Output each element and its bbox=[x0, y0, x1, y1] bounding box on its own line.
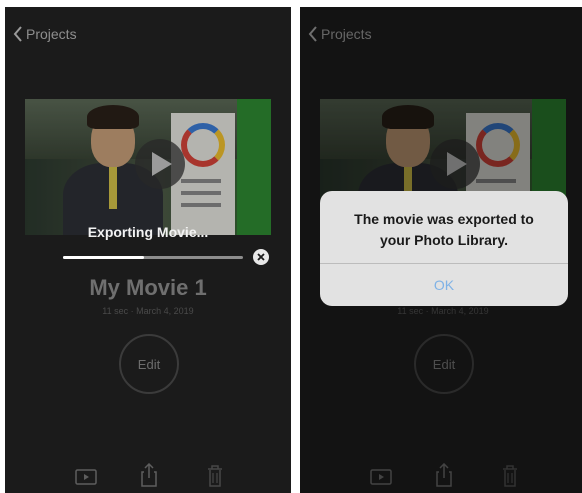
alert-message-line-1: The movie was exported to bbox=[354, 211, 534, 227]
play-icon bbox=[152, 152, 172, 176]
right-screen: Projects 11 sec · March 4, 2019 Edit The… bbox=[300, 7, 582, 493]
project-meta: 11 sec · March 4, 2019 bbox=[102, 306, 194, 316]
alert-message: The movie was exported to your Photo Lib… bbox=[334, 209, 554, 251]
export-complete-alert: The movie was exported to your Photo Lib… bbox=[320, 191, 568, 306]
play-icon[interactable] bbox=[75, 469, 97, 485]
back-label: Projects bbox=[26, 26, 77, 42]
export-progress-bar bbox=[63, 256, 243, 259]
edit-button[interactable]: Edit bbox=[119, 334, 179, 394]
left-screen: Projects Exporting Movie... My Movie 1 1… bbox=[5, 7, 291, 493]
play-button[interactable] bbox=[135, 139, 185, 189]
close-icon bbox=[257, 253, 265, 261]
edit-label: Edit bbox=[137, 356, 161, 372]
video-thumbnail[interactable] bbox=[25, 99, 271, 235]
chevron-left-icon bbox=[13, 26, 22, 42]
alert-ok-label: OK bbox=[433, 277, 455, 293]
trash-icon[interactable] bbox=[207, 465, 223, 487]
cancel-export-button[interactable] bbox=[253, 249, 269, 265]
back-button[interactable]: Projects bbox=[13, 26, 77, 42]
export-status-label: Exporting Movie... bbox=[87, 224, 209, 240]
bottom-toolbar bbox=[5, 463, 291, 493]
alert-ok-button[interactable]: OK bbox=[320, 264, 568, 306]
export-progress-fill bbox=[63, 256, 144, 259]
alert-message-line-2: your Photo Library. bbox=[379, 232, 509, 248]
project-title: My Movie 1 bbox=[89, 275, 207, 300]
share-icon[interactable] bbox=[141, 463, 157, 487]
